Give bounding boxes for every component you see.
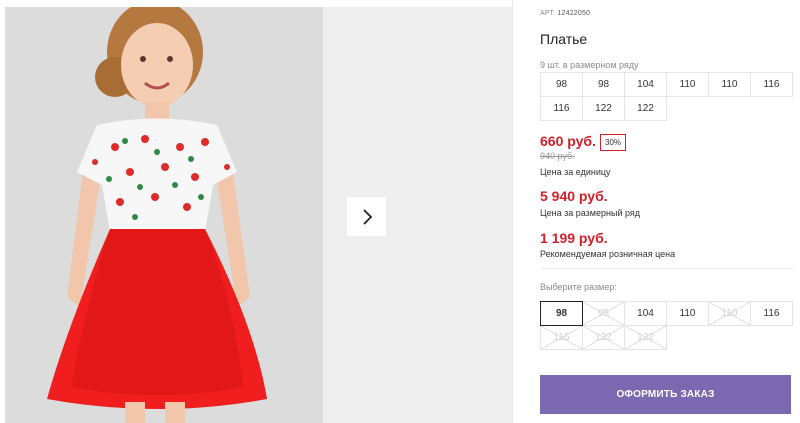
article-label: АРТ. (540, 10, 556, 17)
unit-price-caption: Цена за единицу (540, 167, 611, 177)
size-option-unavailable: 98 (582, 301, 625, 326)
series-price: 5 940 руб. (540, 188, 608, 204)
series-price-caption: Цена за размерный ряд (540, 208, 641, 218)
series-size-cell: 116 (540, 96, 583, 121)
series-size-cell: 98 (582, 72, 625, 97)
size-option-unavailable: 110 (708, 301, 751, 326)
series-size-cell: 116 (750, 72, 793, 97)
size-option[interactable]: 110 (666, 301, 709, 326)
next-slide-button[interactable] (347, 197, 386, 236)
choose-size-label: Выберите размер: (540, 282, 617, 292)
old-price: 940 руб. (540, 151, 575, 161)
discount-badge: 30% (600, 134, 627, 151)
product-photo[interactable] (5, 7, 323, 423)
series-size-cell: 122 (582, 96, 625, 121)
panel-divider (512, 0, 513, 423)
size-selector: 98 98 104 110 110 116 116 122 122 (540, 301, 793, 350)
cross-out-icon (583, 326, 624, 349)
product-info-panel: АРТ. 12422050 Платье 9 шт. в размерном р… (540, 0, 794, 423)
size-option[interactable]: 116 (750, 301, 793, 326)
retail-price-caption: Рекомендуемая розничная цена (540, 249, 676, 259)
cross-out-icon (583, 302, 624, 325)
size-option[interactable]: 98 (540, 301, 583, 326)
series-size-cell: 98 (540, 72, 583, 97)
series-size-cell: 110 (666, 72, 709, 97)
cross-out-icon (541, 326, 582, 349)
chevron-right-icon (362, 208, 372, 225)
checkout-button[interactable]: ОФОРМИТЬ ЗАКАЗ (540, 375, 791, 414)
series-size-cell: 104 (624, 72, 667, 97)
retail-price: 1 199 руб. (540, 230, 608, 246)
section-divider (540, 268, 794, 269)
size-option-unavailable: 122 (582, 325, 625, 350)
size-option-unavailable: 122 (624, 325, 667, 350)
girl-in-dress-image (5, 7, 323, 423)
cross-out-icon (709, 302, 750, 325)
cross-out-icon (625, 326, 666, 349)
sizes-in-series-note: 9 шт. в размерном ряду (540, 60, 639, 70)
series-size-grid: 98 98 104 110 110 116 116 122 122 (540, 72, 793, 121)
unit-price: 660 руб. (540, 133, 596, 149)
size-option-unavailable: 116 (540, 325, 583, 350)
size-option[interactable]: 104 (624, 301, 667, 326)
product-title: Платье (540, 31, 588, 47)
article-number: АРТ. 12422050 (540, 10, 590, 17)
article-value: 12422050 (557, 10, 591, 17)
product-gallery (0, 0, 512, 423)
series-size-cell: 122 (624, 96, 667, 121)
series-size-cell: 110 (708, 72, 751, 97)
